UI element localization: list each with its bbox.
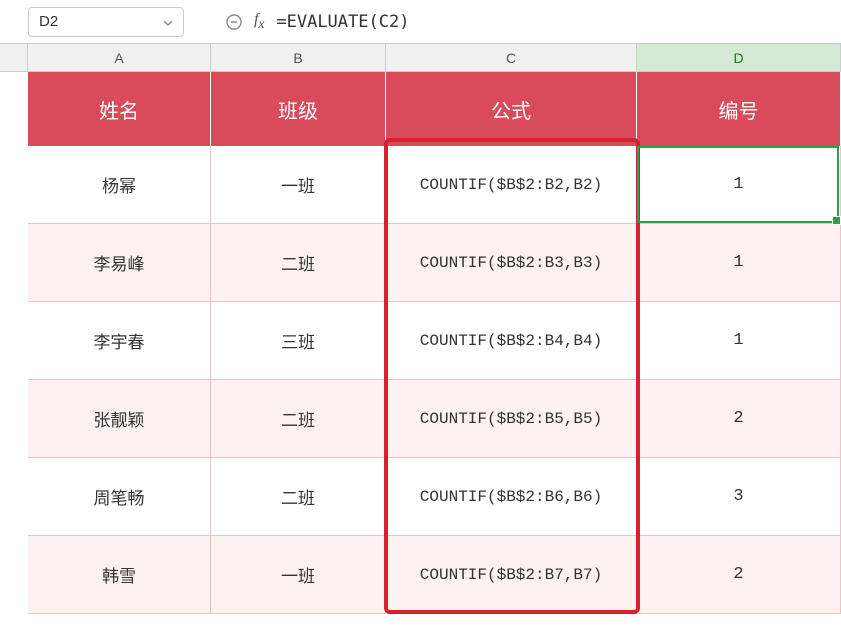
cell[interactable]: COUNTIF($B$2:B4,B4) (386, 302, 637, 380)
header-cell-number[interactable]: 编号 (637, 72, 841, 146)
chevron-down-icon[interactable] (163, 15, 173, 29)
header-cell-class[interactable]: 班级 (211, 72, 386, 146)
cell[interactable]: 张靓颖 (28, 380, 211, 458)
fx-icon[interactable]: fx (254, 11, 264, 32)
cell-reference-text: D2 (39, 13, 58, 30)
cell[interactable]: 李宇春 (28, 302, 211, 380)
spreadsheet: A B C D 姓名 班级 公式 编号 杨幂 一班 COUNTIF($B$2:B… (0, 44, 841, 614)
cell[interactable]: 一班 (211, 536, 386, 614)
cell[interactable]: COUNTIF($B$2:B5,B5) (386, 380, 637, 458)
cell[interactable]: 2 (637, 536, 841, 614)
cell[interactable]: COUNTIF($B$2:B7,B7) (386, 536, 637, 614)
cell[interactable]: 二班 (211, 224, 386, 302)
table-row: 李宇春 三班 COUNTIF($B$2:B4,B4) 1 (0, 302, 841, 380)
cell[interactable]: 2 (637, 380, 841, 458)
cell[interactable]: 1 (637, 302, 841, 380)
column-header-A[interactable]: A (28, 44, 211, 72)
cell[interactable]: 李易峰 (28, 224, 211, 302)
formula-bar: D2 fx (0, 0, 841, 44)
cell-reference-box[interactable]: D2 (28, 7, 184, 37)
cell[interactable]: 杨幂 (28, 146, 211, 224)
cell[interactable]: 韩雪 (28, 536, 211, 614)
column-header-B[interactable]: B (211, 44, 386, 72)
table-row: 李易峰 二班 COUNTIF($B$2:B3,B3) 1 (0, 224, 841, 302)
header-cell-formula[interactable]: 公式 (386, 72, 637, 146)
table-row: 张靓颖 二班 COUNTIF($B$2:B5,B5) 2 (0, 380, 841, 458)
header-cell-name[interactable]: 姓名 (28, 72, 211, 146)
cell[interactable]: 三班 (211, 302, 386, 380)
table-row: 周笔畅 二班 COUNTIF($B$2:B6,B6) 3 (0, 458, 841, 536)
cell[interactable]: 3 (637, 458, 841, 536)
table-body: 杨幂 一班 COUNTIF($B$2:B2,B2) 1 李易峰 二班 COUNT… (0, 146, 841, 614)
table-row: 韩雪 一班 COUNTIF($B$2:B7,B7) 2 (0, 536, 841, 614)
column-header-C[interactable]: C (386, 44, 637, 72)
cell[interactable]: 周笔畅 (28, 458, 211, 536)
table-row: 杨幂 一班 COUNTIF($B$2:B2,B2) 1 (0, 146, 841, 224)
column-header-D[interactable]: D (637, 44, 841, 72)
cell[interactable]: 二班 (211, 458, 386, 536)
cell[interactable]: 一班 (211, 146, 386, 224)
cell[interactable]: COUNTIF($B$2:B3,B3) (386, 224, 637, 302)
cell[interactable]: 1 (637, 224, 841, 302)
cell[interactable]: COUNTIF($B$2:B6,B6) (386, 458, 637, 536)
formula-input[interactable] (276, 12, 841, 32)
select-all-corner[interactable] (0, 44, 28, 72)
cell[interactable]: 1 (637, 146, 841, 224)
cancel-icon[interactable] (222, 10, 246, 34)
table-header-row: 姓名 班级 公式 编号 (0, 72, 841, 146)
cell[interactable]: COUNTIF($B$2:B2,B2) (386, 146, 637, 224)
column-headers: A B C D (0, 44, 841, 72)
cell[interactable]: 二班 (211, 380, 386, 458)
